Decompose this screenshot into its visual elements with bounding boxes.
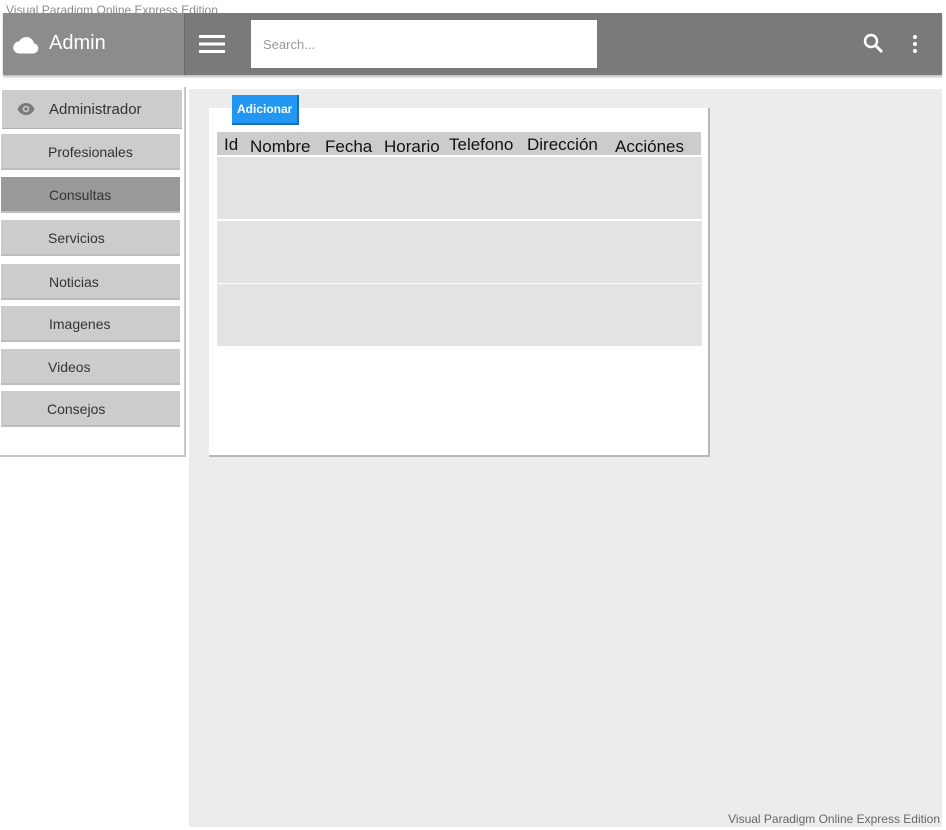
table-row[interactable]: [217, 221, 702, 283]
column-header-horario[interactable]: Horario: [384, 137, 440, 157]
sidebar-header-administrador[interactable]: Administrador: [2, 90, 182, 129]
search-icon[interactable]: [863, 33, 885, 55]
sidebar-item-label: Videos: [48, 359, 91, 375]
menu-icon[interactable]: [199, 33, 225, 55]
table-header: Id Nombre Fecha Horario Telefono Direcci…: [217, 132, 701, 157]
app-title: Admin: [49, 32, 106, 54]
column-header-fecha[interactable]: Fecha: [325, 137, 372, 157]
column-header-acciones[interactable]: Acciónes: [615, 137, 684, 157]
column-header-telefono[interactable]: Telefono: [449, 135, 513, 155]
sidebar-header-label: Administrador: [49, 101, 142, 118]
sidebar-item-label: Noticias: [49, 274, 99, 290]
table-row[interactable]: [217, 157, 702, 219]
more-vert-icon[interactable]: [907, 33, 923, 55]
column-header-nombre[interactable]: Nombre: [250, 137, 310, 157]
brand: Admin: [3, 13, 185, 75]
sidebar-item-consultas[interactable]: Consultas: [1, 177, 180, 213]
top-app-bar: Admin: [3, 13, 942, 75]
sidebar-item-label: Profesionales: [48, 144, 133, 160]
sidebar: Administrador Profesionales Consultas Se…: [0, 87, 186, 457]
sidebar-item-consejos[interactable]: Consejos: [1, 391, 180, 427]
column-header-direccion[interactable]: Dirección: [527, 135, 598, 155]
sidebar-item-servicios[interactable]: Servicios: [1, 220, 180, 256]
sidebar-item-label: Consultas: [49, 187, 112, 203]
sidebar-item-label: Consejos: [47, 401, 106, 417]
table-row[interactable]: [217, 284, 702, 346]
sidebar-item-label: Servicios: [48, 230, 105, 246]
sidebar-item-label: Imagenes: [49, 316, 111, 332]
sidebar-item-noticias[interactable]: Noticias: [1, 264, 180, 300]
watermark-bottom: Visual Paradigm Online Express Edition: [728, 812, 940, 826]
sidebar-item-profesionales[interactable]: Profesionales: [1, 134, 180, 170]
sidebar-item-imagenes[interactable]: Imagenes: [1, 306, 180, 342]
sidebar-item-videos[interactable]: Videos: [1, 349, 180, 385]
eye-icon: [17, 103, 35, 115]
cloud-icon: [13, 36, 39, 54]
search-input[interactable]: [251, 20, 597, 68]
column-header-id[interactable]: Id: [224, 135, 238, 155]
add-button[interactable]: Adicionar: [232, 95, 300, 125]
